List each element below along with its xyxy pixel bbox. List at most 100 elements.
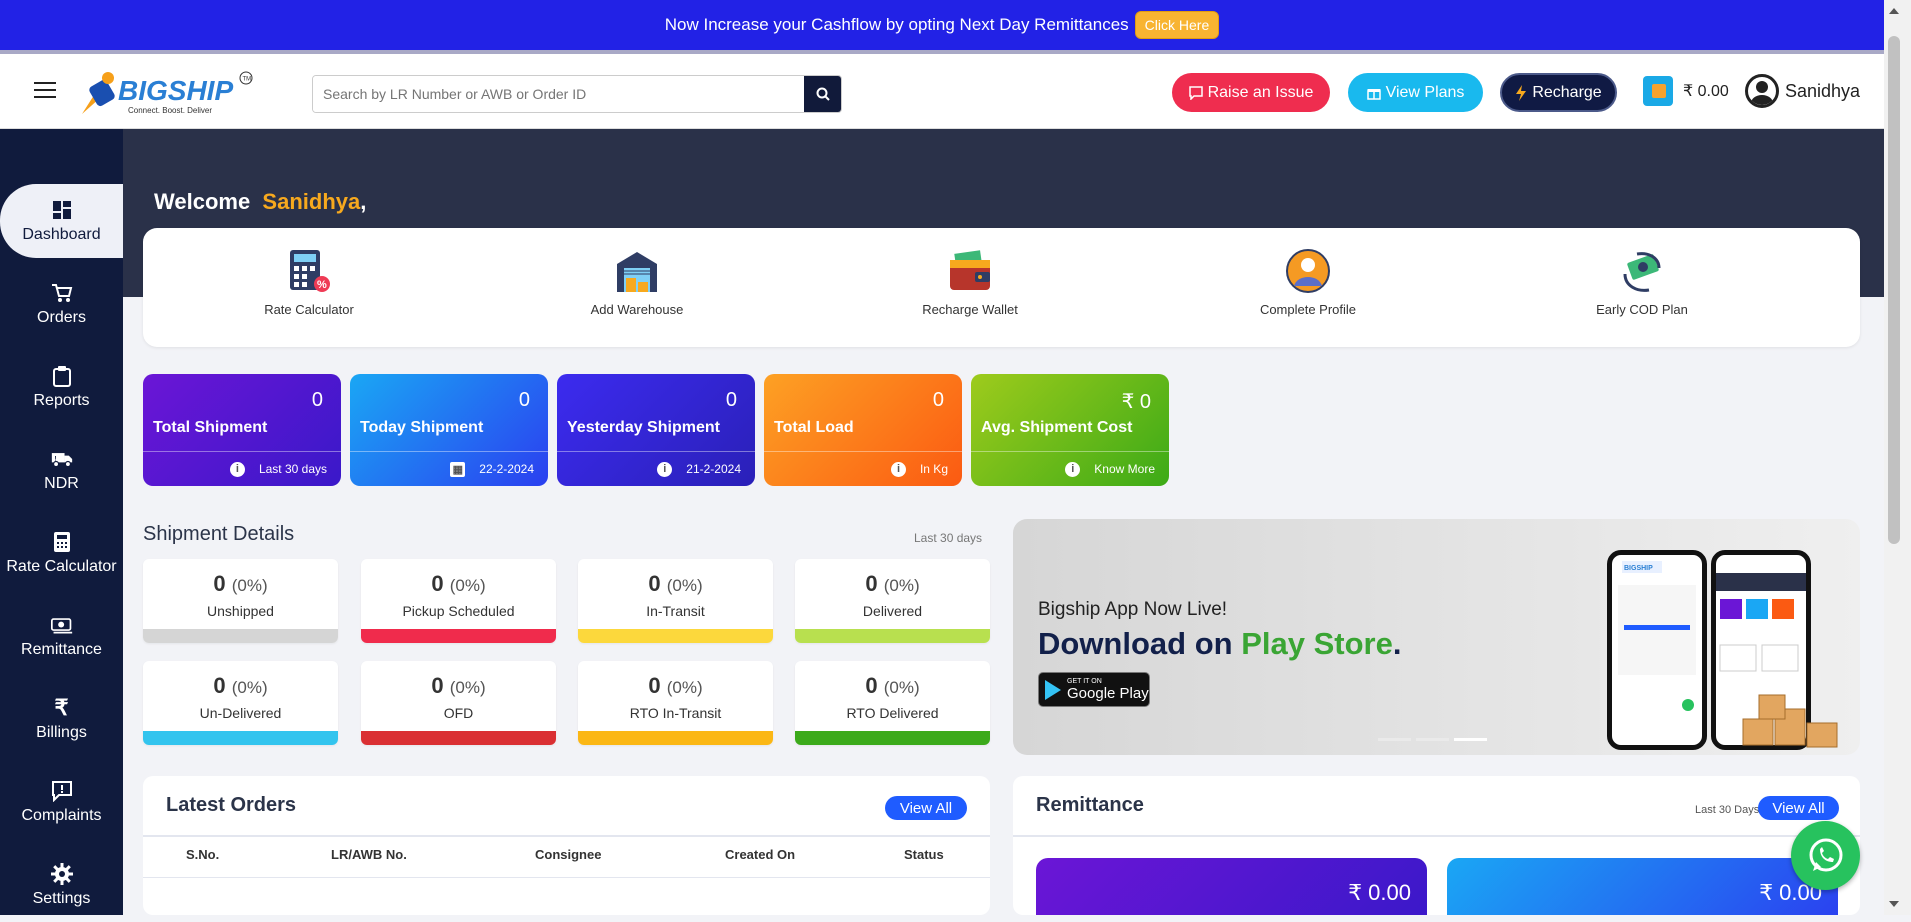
shipment-card-rto-delivered[interactable]: 0 (0%) RTO Delivered <box>795 661 990 745</box>
recharge-button[interactable]: Recharge <box>1500 73 1617 112</box>
shipment-card-label: Delivered <box>862 603 923 619</box>
promo-headline: Download on Play Store. <box>1038 626 1402 661</box>
quick-action-add-warehouse[interactable]: Add Warehouse <box>552 248 722 317</box>
remittance-title: Remittance <box>1036 794 1144 816</box>
stat-footer-text: Last 30 days <box>258 462 327 476</box>
stat-footer: ▦ 22-2-2024 <box>350 451 548 486</box>
warehouse-icon <box>617 252 657 292</box>
stat-footer-text: 22-2-2024 <box>479 462 534 476</box>
sidebar-item-complaints[interactable]: Complaints <box>0 765 123 839</box>
shipment-card-label: Unshipped <box>207 603 274 619</box>
shipment-card-pickup-scheduled[interactable]: 0 (0%) Pickup Scheduled <box>361 559 556 643</box>
stat-footer: i Know More <box>971 451 1169 486</box>
hamburger-menu-icon[interactable] <box>34 82 56 98</box>
shipment-card-unshipped[interactable]: 0 (0%) Unshipped <box>143 559 338 643</box>
carousel-dot[interactable] <box>1454 738 1487 741</box>
stat-card-yesterday-shipment[interactable]: 0 Yesterday Shipment i 21-2-2024 <box>557 374 755 486</box>
quick-actions-panel: % Rate Calculator Add Warehouse Recharge… <box>143 228 1860 347</box>
parcel-boxes-image <box>1742 694 1838 748</box>
svg-text:Connect. Boost. Deliver: Connect. Boost. Deliver <box>128 106 212 115</box>
remittance-amount: ₹ 0.00 <box>1348 880 1411 905</box>
latest-orders-view-all-button[interactable]: View All <box>885 796 967 820</box>
stat-label: Yesterday Shipment <box>567 419 720 436</box>
quick-action-complete-profile[interactable]: Complete Profile <box>1223 248 1393 317</box>
banner-click-here-button[interactable]: Click Here <box>1134 11 1220 39</box>
shipment-count: 0 (0%) <box>431 571 486 596</box>
truck-icon: ! <box>51 448 73 470</box>
divider <box>143 835 990 837</box>
quick-action-early-cod-plan[interactable]: Early COD Plan <box>1557 248 1727 317</box>
divider <box>143 877 990 878</box>
svg-text:TM: TM <box>243 77 252 83</box>
sidebar-item-dashboard[interactable]: Dashboard <box>0 184 123 258</box>
shipment-card-label: Un-Delivered <box>199 705 282 721</box>
sidebar-item-remittance[interactable]: Remittance <box>0 599 123 673</box>
stat-label: Total Load <box>774 419 854 436</box>
shipment-card-rto-in-transit[interactable]: 0 (0%) RTO In-Transit <box>578 661 773 745</box>
remittance-card[interactable]: ₹ 0.00 <box>1036 858 1427 915</box>
shipment-card-ofd[interactable]: 0 (0%) OFD <box>361 661 556 745</box>
stat-card-avg-shipment-cost[interactable]: ₹ 0 Avg. Shipment Cost i Know More <box>971 374 1169 486</box>
wallet-icon <box>1643 76 1673 106</box>
shipment-card-label: In-Transit <box>646 603 705 619</box>
header: BIGSHIP Connect. Boost. Deliver TM Raise… <box>0 54 1884 129</box>
shipment-count: 0 (0%) <box>431 673 486 698</box>
recharge-label: Recharge <box>1532 83 1602 101</box>
sidebar-item-reports[interactable]: Reports <box>0 350 123 424</box>
calendar-icon: ▦ <box>450 461 466 477</box>
stat-label: Today Shipment <box>360 419 484 436</box>
google-play-badge[interactable]: GET IT ON Google Play <box>1038 672 1150 707</box>
stat-card-today-shipment[interactable]: 0 Today Shipment ▦ 22-2-2024 <box>350 374 548 486</box>
phone-mockup-image: BIGSHIP <box>1607 550 1707 750</box>
scrollbar-thumb[interactable] <box>1888 36 1900 544</box>
badge-small-text: GET IT ON <box>1067 677 1102 685</box>
sidebar-item-billings[interactable]: ₹ Billings <box>0 682 123 756</box>
sidebar-item-orders[interactable]: Orders <box>0 267 123 341</box>
page-scrollbar[interactable] <box>1884 0 1911 915</box>
sidebar-item-label: Complaints <box>21 806 102 824</box>
view-plans-button[interactable]: View Plans <box>1348 73 1483 112</box>
info-icon: i <box>890 461 906 477</box>
info-icon: i <box>1065 461 1081 477</box>
sidebar-item-label: Rate Calculator <box>6 557 117 575</box>
shipment-card-label: OFD <box>443 705 474 721</box>
search-input[interactable] <box>313 76 804 112</box>
shipment-count: 0 (0%) <box>213 571 268 596</box>
carousel-dot[interactable] <box>1378 738 1411 741</box>
sidebar-item-rate-calculator[interactable]: Rate Calculator <box>0 516 123 590</box>
status-color-bar <box>143 731 338 745</box>
quick-action-recharge-wallet[interactable]: Recharge Wallet <box>885 248 1055 317</box>
status-color-bar <box>143 629 338 643</box>
wallet-balance[interactable]: ₹ 0.00 <box>1643 76 1729 106</box>
calculator-icon <box>51 531 73 553</box>
stat-footer-text: 21-2-2024 <box>686 462 741 476</box>
whatsapp-chat-button[interactable] <box>1791 821 1860 890</box>
shipment-count: 0 (0%) <box>865 571 920 596</box>
info-icon: i <box>229 461 245 477</box>
alert-message-icon <box>51 780 73 802</box>
sidebar-item-settings[interactable]: Settings <box>0 848 123 922</box>
shipment-card-in-transit[interactable]: 0 (0%) In-Transit <box>578 559 773 643</box>
latest-orders-panel: Latest Orders View All S.No. LR/AWB No. … <box>143 776 990 915</box>
lightning-icon <box>1516 84 1527 101</box>
stat-card-total-shipment[interactable]: 0 Total Shipment i Last 30 days <box>143 374 341 486</box>
search-button[interactable] <box>804 76 841 112</box>
wallet-balance-value: ₹ 0.00 <box>1683 83 1729 100</box>
bigship-logo[interactable]: BIGSHIP Connect. Boost. Deliver TM <box>78 68 256 120</box>
stat-card-total-load[interactable]: 0 Total Load i In Kg <box>764 374 962 486</box>
scroll-up-arrow-icon[interactable] <box>1889 8 1899 14</box>
raise-issue-button[interactable]: Raise an Issue <box>1172 73 1330 112</box>
stat-footer: i 21-2-2024 <box>557 451 755 486</box>
carousel-dot[interactable] <box>1416 738 1449 741</box>
shipment-card-un-delivered[interactable]: 0 (0%) Un-Delivered <box>143 661 338 745</box>
shipment-card-delivered[interactable]: 0 (0%) Delivered <box>795 559 990 643</box>
remittance-view-all-button[interactable]: View All <box>1758 796 1839 820</box>
app-promo-carousel[interactable]: Bigship App Now Live! Download on Play S… <box>1013 519 1860 755</box>
remittance-card[interactable]: ₹ 0.00 <box>1447 858 1838 915</box>
carousel-indicators <box>1378 738 1487 741</box>
sidebar-item-ndr[interactable]: ! NDR <box>0 433 123 507</box>
user-menu[interactable]: Sanidhya <box>1745 74 1860 108</box>
shipment-details-range: Last 30 days <box>914 531 983 545</box>
scroll-down-arrow-icon[interactable] <box>1889 901 1899 907</box>
quick-action-rate-calculator[interactable]: % Rate Calculator <box>224 248 394 317</box>
